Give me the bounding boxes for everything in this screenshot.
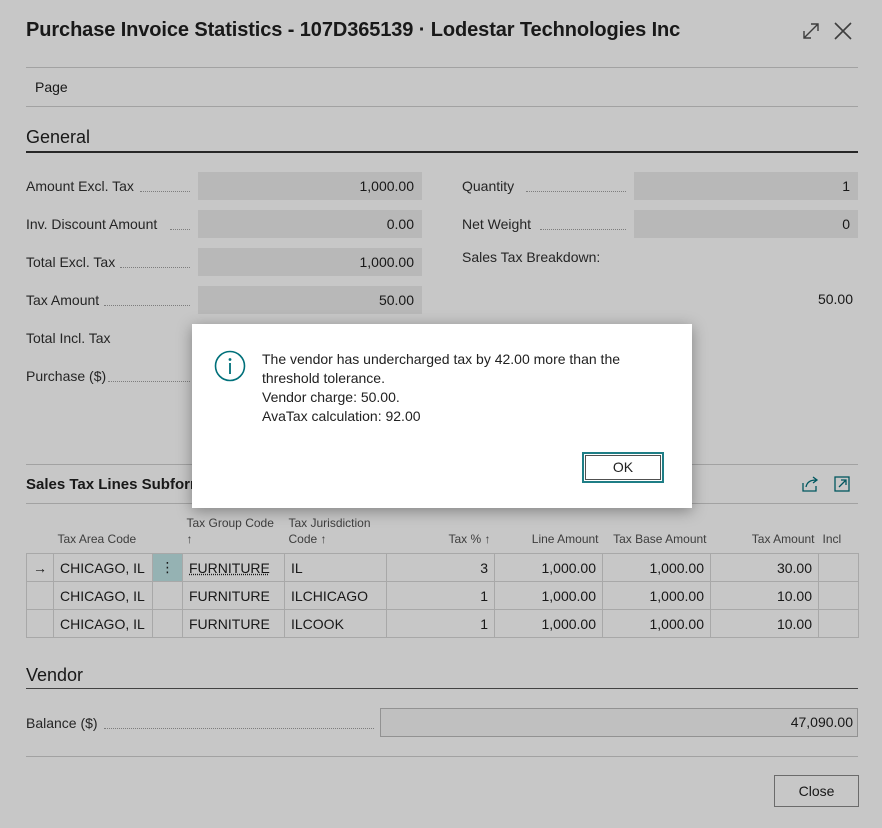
tax-warning-dialog: The vendor has undercharged tax by 42.00… [192,324,692,508]
info-icon [214,350,246,382]
ok-button[interactable]: OK [582,452,664,483]
dialog-message-line: threshold tolerance. [262,370,385,386]
dialog-message-line: AvaTax calculation: 92.00 [262,408,421,424]
dialog-message-line: Vendor charge: 50.00. [262,389,400,405]
dialog-message-line: The vendor has undercharged tax by 42.00… [262,351,621,367]
dialog-message: The vendor has undercharged tax by 42.00… [262,350,662,426]
